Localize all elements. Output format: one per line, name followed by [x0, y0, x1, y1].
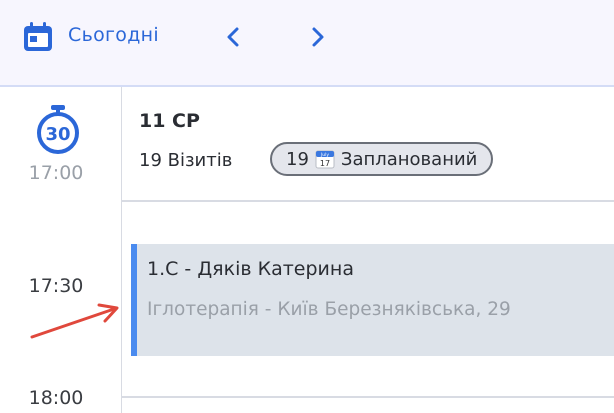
- hour-divider: [122, 396, 614, 398]
- red-arrow-icon: [30, 303, 119, 339]
- chip-label: Запланований: [340, 148, 478, 170]
- hour-divider: [122, 200, 614, 202]
- chevron-left-icon[interactable]: [222, 24, 246, 50]
- chip-icon-month: July: [320, 152, 329, 158]
- calendar-icon[interactable]: [22, 21, 54, 53]
- timer-30-icon[interactable]: 30: [35, 104, 81, 154]
- appointment-card[interactable]: 1.С - Дяків Катерина Іглотерапія - Київ …: [131, 244, 614, 356]
- scheduled-chip[interactable]: 19 July 17 Запланований: [270, 142, 494, 176]
- chip-count: 19: [286, 148, 309, 170]
- toolbar: Сьогодні: [0, 0, 614, 87]
- time-slot-1700: 17:00: [28, 162, 84, 184]
- calendar-icon: July 17: [315, 150, 335, 169]
- visits-count: 19 Візитів: [139, 150, 233, 171]
- timer-value: 30: [45, 124, 70, 145]
- appointment-location: Іглотерапія - Київ Березняківська, 29: [147, 299, 511, 320]
- time-slot-1800: 18:00: [28, 387, 84, 409]
- chip-icon-day: 17: [320, 159, 330, 168]
- today-button[interactable]: Сьогодні: [68, 24, 159, 46]
- chevron-right-icon[interactable]: [305, 24, 329, 50]
- day-column: 11 СР 19 Візитів 19 July 17 Запланований…: [122, 87, 614, 413]
- time-column: 30 17:00 17:30 18:00: [0, 87, 122, 413]
- day-title: 11 СР: [139, 110, 200, 132]
- appointment-title: 1.С - Дяків Катерина: [147, 258, 354, 280]
- time-slot-1730: 17:30: [28, 275, 84, 297]
